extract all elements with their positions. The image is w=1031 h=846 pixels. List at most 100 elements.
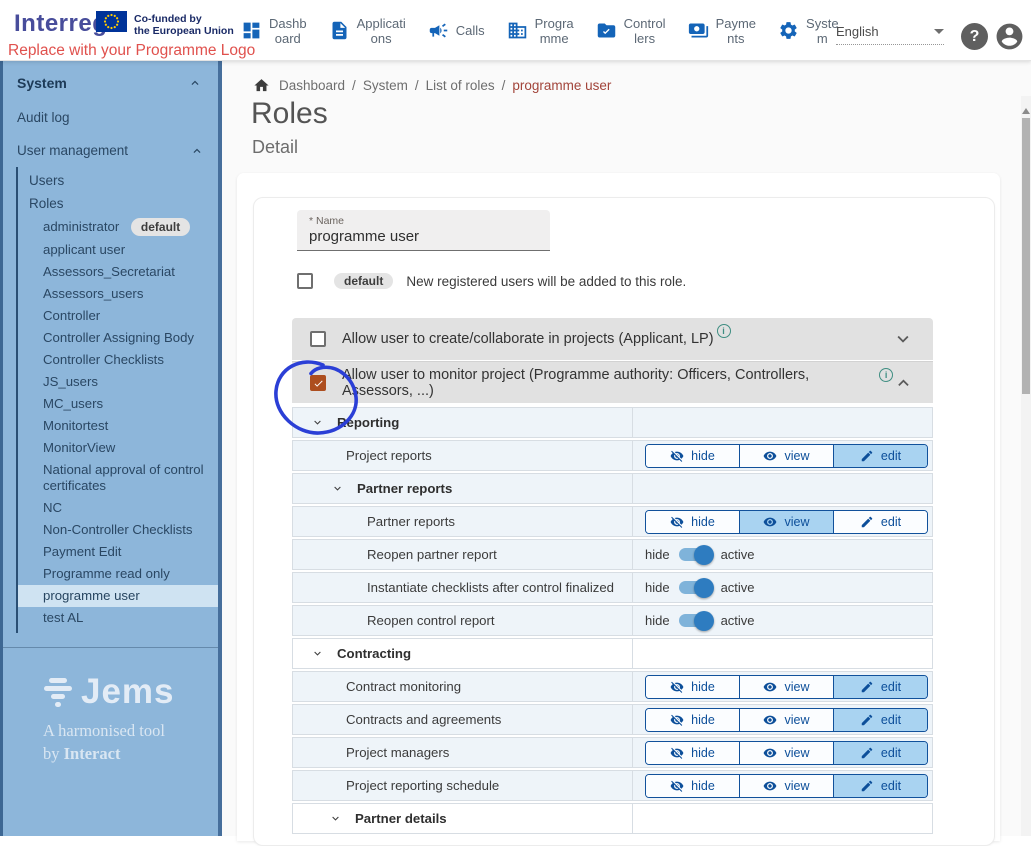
permission-row-reopen-partner-report: Reopen partner report hide active [292, 539, 933, 570]
sidebar-item-user-management[interactable]: User management [3, 134, 218, 167]
nav-item-dashboard[interactable]: Dashb oard [230, 0, 318, 61]
hide-button[interactable]: hide [646, 511, 739, 533]
edit-button[interactable]: edit [833, 511, 927, 533]
sidebar-role-monitorview[interactable]: MonitorView [18, 437, 218, 459]
eye-off-icon [670, 713, 684, 727]
language-select[interactable]: English [836, 24, 944, 45]
chevron-down-icon[interactable] [331, 482, 344, 495]
view-button[interactable]: view [739, 511, 833, 533]
scrollbar-thumb[interactable] [1022, 118, 1030, 394]
sidebar-section-system[interactable]: System [3, 61, 218, 101]
sidebar-role-controller-checklists[interactable]: Controller Checklists [18, 349, 218, 371]
create-collaborate-checkbox[interactable] [310, 331, 326, 347]
permission-row-contract-monitoring: Contract monitoring hide view edit [292, 671, 933, 702]
top-header: Interreg Co-funded by the European Union… [0, 0, 1031, 61]
sidebar-item-users[interactable]: Users [18, 169, 218, 192]
toggle-switch[interactable] [679, 581, 712, 594]
sidebar-item-audit-log[interactable]: Audit log [3, 101, 218, 134]
eye-off-icon [670, 779, 684, 793]
sidebar-role-national-approval-of-control-certificates[interactable]: National approval of control certificate… [18, 459, 218, 497]
hide-button[interactable]: hide [646, 775, 739, 797]
chevron-down-icon[interactable] [311, 647, 324, 660]
jems-logo-text: Jems [81, 672, 175, 712]
toggle-switch[interactable] [679, 548, 712, 561]
home-icon[interactable] [253, 77, 270, 94]
sidebar-role-programme-user[interactable]: programme user [18, 585, 218, 607]
edit-button[interactable]: edit [833, 775, 927, 797]
sidebar-role-payment-edit[interactable]: Payment Edit [18, 541, 218, 563]
sidebar-role-mc-users[interactable]: MC_users [18, 393, 218, 415]
breadcrumb-list-of-roles[interactable]: List of roles [426, 78, 495, 93]
nav-item-payments[interactable]: Payme nts [677, 0, 767, 61]
chevron-down-icon[interactable] [311, 416, 324, 429]
help-button[interactable]: ? [961, 23, 988, 50]
person-icon [994, 21, 1025, 52]
name-input[interactable] [309, 227, 538, 245]
sidebar-role-test-al[interactable]: test AL [18, 607, 218, 629]
toggle-on-label: active [721, 613, 755, 628]
panel-create-collaborate[interactable]: Allow user to create/collaborate in proj… [292, 318, 933, 360]
eye-icon [763, 779, 777, 793]
chevron-up-icon[interactable] [188, 76, 202, 90]
default-badge: default [131, 218, 190, 236]
chevron-down-icon[interactable] [329, 812, 342, 825]
eye-off-icon [670, 515, 684, 529]
sidebar-role-administrator[interactable]: administrator default [18, 215, 218, 239]
sidebar-role-monitortest[interactable]: Monitortest [18, 415, 218, 437]
nav-item-controllers[interactable]: Control lers [585, 0, 677, 61]
eye-off-icon [670, 680, 684, 694]
view-button[interactable]: view [739, 445, 833, 467]
nav-item-calls[interactable]: Calls [417, 0, 496, 61]
info-icon[interactable]: i [717, 324, 731, 338]
view-button[interactable]: view [739, 742, 833, 764]
chevron-up-icon[interactable] [893, 372, 914, 394]
default-checkbox[interactable] [297, 273, 313, 289]
nav-item-programme[interactable]: Progra mme [496, 0, 585, 61]
info-icon[interactable]: i [879, 368, 893, 382]
panel-monitor-project[interactable]: Allow user to monitor project (Programme… [292, 361, 933, 403]
sidebar-role-controller[interactable]: Controller [18, 305, 218, 327]
hide-button[interactable]: hide [646, 742, 739, 764]
panel-label: Allow user to monitor project (Programme… [342, 367, 876, 399]
view-button[interactable]: view [739, 709, 833, 731]
sidebar-role-programme-read-only[interactable]: Programme read only [18, 563, 218, 585]
chevron-up-icon[interactable] [190, 144, 204, 158]
monitor-project-checkbox[interactable] [310, 375, 326, 391]
nav-item-label: Syste m [806, 16, 839, 46]
scrollbar-up-arrow[interactable] [1022, 104, 1030, 114]
hide-button[interactable]: hide [646, 676, 739, 698]
toggle-switch[interactable] [679, 614, 712, 627]
chevron-down-icon[interactable] [892, 328, 914, 350]
nav-item-applications[interactable]: Applicati ons [318, 0, 417, 61]
edit-button[interactable]: edit [833, 709, 927, 731]
sidebar-role-controller-assigning-body[interactable]: Controller Assigning Body [18, 327, 218, 349]
edit-button[interactable]: edit [833, 742, 927, 764]
eu-flag-icon [96, 11, 127, 32]
eye-icon [763, 680, 777, 694]
nav-icon [596, 20, 617, 41]
sidebar-role-non-controller-checklists[interactable]: Non-Controller Checklists [18, 519, 218, 541]
pencil-icon [860, 746, 874, 760]
name-field[interactable]: * Name [297, 210, 550, 251]
user-account-button[interactable] [994, 21, 1025, 52]
view-button[interactable]: view [739, 676, 833, 698]
breadcrumb-system[interactable]: System [363, 78, 408, 93]
sidebar-role-applicant-user[interactable]: applicant user [18, 239, 218, 261]
sidebar-role-assessors-users[interactable]: Assessors_users [18, 283, 218, 305]
jems-logo-block: Jems A harmonised tool by Interact [3, 648, 218, 764]
replace-logo-text: Replace with your Programme Logo [8, 42, 255, 60]
sidebar-role-assessors-secretariat[interactable]: Assessors_Secretariat [18, 261, 218, 283]
eye-icon [763, 746, 777, 760]
edit-button[interactable]: edit [833, 445, 927, 467]
hide-button[interactable]: hide [646, 709, 739, 731]
view-button[interactable]: view [739, 775, 833, 797]
breadcrumb-dashboard[interactable]: Dashboard [279, 78, 345, 93]
sidebar-role-js-users[interactable]: JS_users [18, 371, 218, 393]
edit-button[interactable]: edit [833, 676, 927, 698]
sidebar-role-nc[interactable]: NC [18, 497, 218, 519]
sidebar-item-roles[interactable]: Roles [18, 192, 218, 215]
nav-item-label: Calls [456, 23, 485, 38]
hide-button[interactable]: hide [646, 445, 739, 467]
permissions-table: Reporting Project reports hide view edit… [292, 407, 933, 836]
permission-label: Contract monitoring [346, 679, 461, 694]
